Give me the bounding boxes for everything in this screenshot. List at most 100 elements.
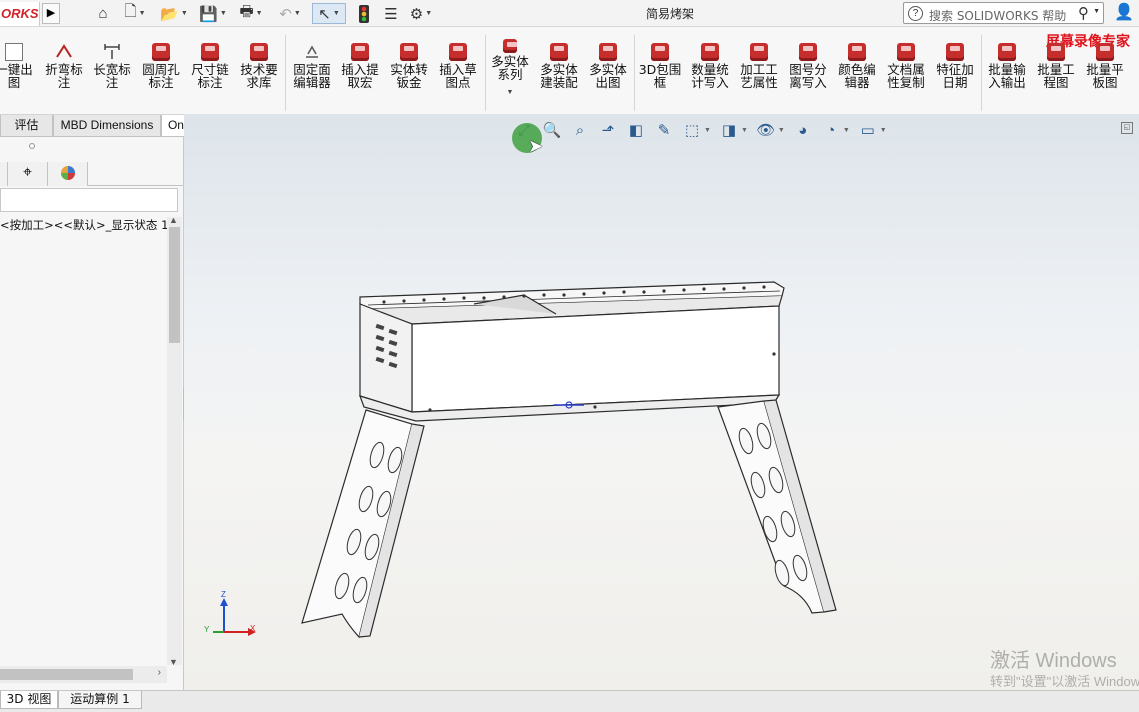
- select-pointer-icon[interactable]: ↖ ▼: [312, 3, 346, 24]
- color-editor-button[interactable]: 颜色编 辑器: [835, 43, 879, 105]
- open-folder-icon[interactable]: 📂 ▼: [157, 3, 191, 24]
- button-label: 颜色编 辑器: [838, 62, 876, 90]
- options-gear-icon[interactable]: ⚙ ▼: [404, 3, 438, 24]
- windows-activation-hint: 转到"设置"以激活 Windows: [990, 674, 1139, 689]
- feature-add-date-button[interactable]: 特征加 日期: [933, 43, 977, 105]
- button-label: 插入提 取宏: [341, 62, 379, 90]
- plugin-cube-icon: [946, 43, 964, 61]
- save-icon[interactable]: 💾 ▼: [196, 3, 230, 24]
- solid-to-sheetmetal-button[interactable]: 实体转 钣金: [387, 43, 431, 105]
- dimension-icon: [103, 43, 121, 61]
- process-attribute-button[interactable]: 加工工 艺属性: [737, 43, 781, 105]
- tab-mbd-dimensions[interactable]: MBD Dimensions: [53, 115, 161, 137]
- button-label: 插入草 图点: [439, 62, 477, 90]
- plugin-cube-icon: [1096, 43, 1114, 61]
- solidworks-window: ORKS ▶ ⌂ 🗋 ▼ 📂 ▼ 💾 ▼ 🖶 ▼ ↶ ▼ ↖ ▼ ☰ ⚙ ▼ 简易烤架 ? 搜…: [0, 0, 1139, 712]
- plugin-cube-icon: [400, 43, 418, 61]
- button-label: 实体转 钣金: [390, 62, 428, 90]
- configuration-target-icon[interactable]: ⌖: [8, 162, 48, 186]
- button-label: 文档属 性复制: [887, 62, 925, 90]
- drawing-number-split-button[interactable]: 图号分 离写入: [786, 43, 830, 105]
- plugin-cube-icon: [351, 43, 369, 61]
- property-manager-tab[interactable]: [0, 162, 8, 186]
- plugin-cube-icon: [449, 43, 467, 61]
- reference-triad: Z X Y: [204, 590, 264, 642]
- scrollbar-thumb[interactable]: [169, 227, 180, 343]
- tree-filter-field[interactable]: [0, 188, 178, 212]
- button-label: 圆周孔 标注: [142, 62, 180, 90]
- bend-note-icon: [55, 43, 73, 61]
- one-click-drawing-button[interactable]: 一键出 图: [0, 43, 34, 105]
- button-label: 3D包围 框: [638, 62, 682, 90]
- document-property-copy-button[interactable]: 文档属 性复制: [884, 43, 928, 105]
- tab-evaluate[interactable]: 评估: [0, 115, 53, 137]
- batch-engineering-drawing-button[interactable]: 批量工 程图: [1034, 43, 1078, 105]
- home-icon[interactable]: ⌂: [92, 3, 114, 24]
- horizontal-scrollbar[interactable]: ›: [0, 666, 167, 683]
- menu-expand-button[interactable]: ▶: [42, 3, 60, 24]
- button-label: 固定面 编辑器: [293, 62, 331, 90]
- undo-icon[interactable]: ↶ ▼: [273, 3, 307, 24]
- button-label: 多实体 出图: [589, 62, 627, 90]
- technical-requirements-library-button[interactable]: 技术要 求库: [237, 43, 281, 105]
- button-label: 特征加 日期: [936, 62, 974, 90]
- length-width-dimension-button[interactable]: 长宽标 注: [90, 43, 134, 105]
- circular-hole-dimension-button[interactable]: 圆周孔 标注: [139, 43, 183, 105]
- plugin-cube-icon: [651, 43, 669, 61]
- button-label: 一键出 图: [0, 62, 33, 90]
- help-question-icon[interactable]: ?: [908, 6, 923, 21]
- button-label: 加工工 艺属性: [740, 62, 778, 90]
- file-properties-icon[interactable]: ☰: [380, 3, 402, 24]
- tab-motion-study-1[interactable]: 运动算例 1: [58, 691, 142, 709]
- ribbon-separator: [485, 35, 486, 111]
- plugin-cube-icon: [897, 43, 915, 61]
- traffic-light-icon[interactable]: [354, 3, 374, 24]
- plugin-cube-icon: [201, 43, 219, 61]
- bend-note-button[interactable]: 折弯标 注: [42, 43, 86, 105]
- multibody-assembly-button[interactable]: 多实体 建装配: [537, 43, 581, 105]
- bottom-tab-bar: 3D 视图 运动算例 1: [0, 690, 1139, 712]
- button-label: 折弯标 注: [45, 62, 83, 90]
- batch-import-export-button[interactable]: 批量输 入输出: [985, 43, 1029, 105]
- batch-flat-pattern-button[interactable]: 批量平 板图: [1083, 43, 1127, 105]
- feature-manager-panel: ⌖ › <按加工><<默认>_显示状态 1> ▲ ▼ ›: [0, 137, 184, 690]
- display-manager-appearance-icon[interactable]: [48, 162, 88, 186]
- quantity-stats-write-button[interactable]: 数量统 计写入: [688, 43, 732, 105]
- multibody-series-button[interactable]: 多实体 系列 ▼: [488, 39, 532, 101]
- new-document-icon[interactable]: 🗋 ▼: [118, 3, 152, 24]
- insert-sketch-point-button[interactable]: 插入草 图点: [436, 43, 480, 105]
- document-icon: [5, 43, 23, 61]
- plugin-cube-icon: [1047, 43, 1065, 61]
- fixed-face-editor-button[interactable]: 固定面 编辑器: [289, 43, 335, 105]
- scroll-up-icon[interactable]: ▲: [169, 215, 178, 225]
- button-label: 多实体 建装配: [540, 62, 578, 90]
- search-icon[interactable]: ⚲: [1078, 4, 1089, 22]
- dimension-chain-button[interactable]: 尺寸链 标注: [188, 43, 232, 105]
- search-dropdown-icon[interactable]: ▼: [1093, 8, 1100, 15]
- button-label: 图号分 离写入: [789, 62, 827, 90]
- button-label: 长宽标 注: [93, 62, 131, 90]
- scroll-right-icon[interactable]: ›: [158, 667, 161, 678]
- button-label: 批量输 入输出: [988, 62, 1026, 90]
- panel-grip-icon[interactable]: [29, 143, 35, 149]
- plugin-cube-icon: [799, 43, 817, 61]
- bounding-box-button[interactable]: 3D包围 框: [638, 43, 682, 105]
- print-icon[interactable]: 🖶 ▼: [234, 3, 268, 24]
- tree-item-display-state[interactable]: <按加工><<默认>_显示状态 1>: [0, 217, 167, 233]
- solidworks-logo[interactable]: ORKS: [0, 2, 40, 26]
- user-account-icon[interactable]: 👤: [1114, 2, 1134, 22]
- vertical-scrollbar[interactable]: ▲ ▼: [167, 215, 182, 667]
- help-search-box[interactable]: ? 搜索 SOLIDWORKS 帮助 ⚲ ▼: [903, 2, 1104, 24]
- button-label: 尺寸链 标注: [191, 62, 229, 90]
- tab-3d-view[interactable]: 3D 视图: [0, 691, 58, 709]
- chevron-down-icon[interactable]: ▼: [507, 89, 514, 96]
- multibody-drawing-button[interactable]: 多实体 出图: [586, 43, 630, 105]
- grill-model[interactable]: [184, 114, 1139, 690]
- insert-extract-macro-button[interactable]: 插入提 取宏: [338, 43, 382, 105]
- scrollbar-thumb[interactable]: [0, 669, 133, 680]
- plugin-cube-icon: [152, 43, 170, 61]
- graphics-area[interactable]: ⤢ 🔍 ⌕ ⬏ ◧ ✎ ⬚▼ ◨▼ 👁▼ ◕ ◔▼ ▭▼ ➤ ◱: [184, 114, 1139, 690]
- button-label: 数量统 计写入: [691, 62, 729, 90]
- search-placeholder: 搜索 SOLIDWORKS 帮助: [929, 9, 1067, 23]
- scroll-down-icon[interactable]: ▼: [169, 657, 178, 667]
